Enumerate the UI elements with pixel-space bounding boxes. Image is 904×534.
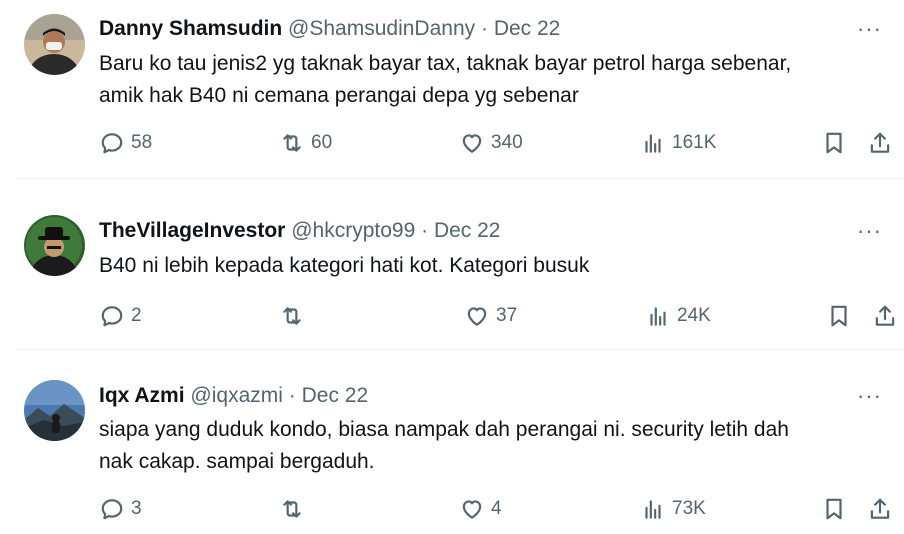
tweet-text-line: amik hak B40 ni cemana perangai depa yg … [99,84,579,107]
heart-icon [462,500,482,519]
tweet-header: TheVillageInvestor @hkcrypto99 · Dec 22 [99,217,500,245]
tweet-text-line: nak cakap. sampai bergaduh. [99,450,375,473]
retweet-button[interactable]: 60 [279,128,332,158]
tweet-text: Baru ko tau jenis2 yg taknak bayar tax, … [99,48,889,112]
share-icon [870,132,890,153]
views-count: 73K [672,498,706,519]
author-name[interactable]: Iqx Azmi [99,384,185,407]
tweet-actions: 3 4 73K [0,494,904,524]
tweet-text-line: siapa yang duduk kondo, biasa nampak dah… [99,418,789,441]
tweet-header: Danny Shamsudin @ShamsudinDanny · Dec 22 [99,15,560,43]
author-handle[interactable]: @iqxazmi [190,384,283,407]
more-options-button[interactable]: ··· [857,385,882,407]
reply-icon [101,499,123,520]
bookmark-icon [826,498,842,520]
more-options-button[interactable]: ··· [857,220,882,242]
bookmark-button[interactable] [826,301,858,331]
tweet-1[interactable]: Danny Shamsudin @ShamsudinDanny · Dec 22… [0,0,904,178]
tweet-date[interactable]: Dec 22 [494,17,561,40]
reply-count: 3 [131,498,142,519]
views-button[interactable]: 161K [640,128,716,158]
reply-count: 58 [131,132,153,153]
bookmark-icon [831,305,847,327]
share-button[interactable] [872,301,904,331]
bookmark-icon [826,132,842,154]
tweet-header: Iqx Azmi @iqxazmi · Dec 22 [99,382,368,410]
share-icon [870,498,890,519]
like-count: 340 [491,132,523,153]
reply-count: 2 [131,305,142,326]
author-name[interactable]: TheVillageInvestor [99,219,285,242]
views-button[interactable]: 73K [640,494,706,524]
share-button[interactable] [867,494,899,524]
author-handle[interactable]: @hkcrypto99 [291,219,415,242]
tweet-text: siapa yang duduk kondo, biasa nampak dah… [99,414,889,478]
retweet-icon [283,500,301,518]
share-button[interactable] [867,128,899,158]
retweet-button[interactable] [279,301,311,331]
like-count: 4 [491,498,502,519]
tweet-text: B40 ni lebih kepada kategori hati kot. K… [99,250,889,282]
tweet-text-line: Baru ko tau jenis2 yg taknak bayar tax, … [99,52,792,75]
share-icon [875,305,895,326]
tweet-date[interactable]: Dec 22 [434,219,501,242]
tweet-2[interactable]: TheVillageInvestor @hkcrypto99 · Dec 22 … [0,179,904,349]
retweet-count: 60 [311,132,333,153]
tweet-text-line: B40 ni lebih kepada kategori hati kot. K… [99,254,590,277]
avatar[interactable] [24,14,85,75]
author-handle[interactable]: @ShamsudinDanny [288,17,475,40]
retweet-button[interactable] [279,494,311,524]
separator: · [480,17,488,40]
reply-icon [101,133,123,154]
more-options-button[interactable]: ··· [857,18,882,40]
retweet-icon [283,307,301,325]
like-count: 37 [496,305,518,326]
tweet-actions: 2 37 24K [0,301,904,331]
reply-button[interactable]: 58 [99,128,152,158]
heart-icon [462,134,482,153]
author-name[interactable]: Danny Shamsudin [99,17,282,40]
avatar[interactable] [24,215,85,276]
tweet-3[interactable]: Iqx Azmi @iqxazmi · Dec 22 ··· siapa yan… [0,350,904,534]
tweet-actions: 58 60 340 161K [0,128,904,158]
views-count: 24K [677,305,711,326]
separator: · [288,384,296,407]
heart-icon [467,307,487,326]
views-count: 161K [672,132,717,153]
bookmark-button[interactable] [821,494,853,524]
like-button[interactable]: 4 [459,494,502,524]
retweet-icon [283,134,301,152]
bookmark-button[interactable] [821,128,853,158]
tweet-date[interactable]: Dec 22 [302,384,369,407]
views-button[interactable]: 24K [645,301,711,331]
like-button[interactable]: 340 [459,128,523,158]
views-chart-icon [645,500,661,519]
separator: · [421,219,429,242]
views-chart-icon [650,307,666,326]
like-button[interactable]: 37 [464,301,517,331]
reply-button[interactable]: 2 [99,301,142,331]
reply-icon [101,306,123,327]
views-chart-icon [645,134,661,153]
avatar[interactable] [24,380,85,441]
reply-button[interactable]: 3 [99,494,142,524]
